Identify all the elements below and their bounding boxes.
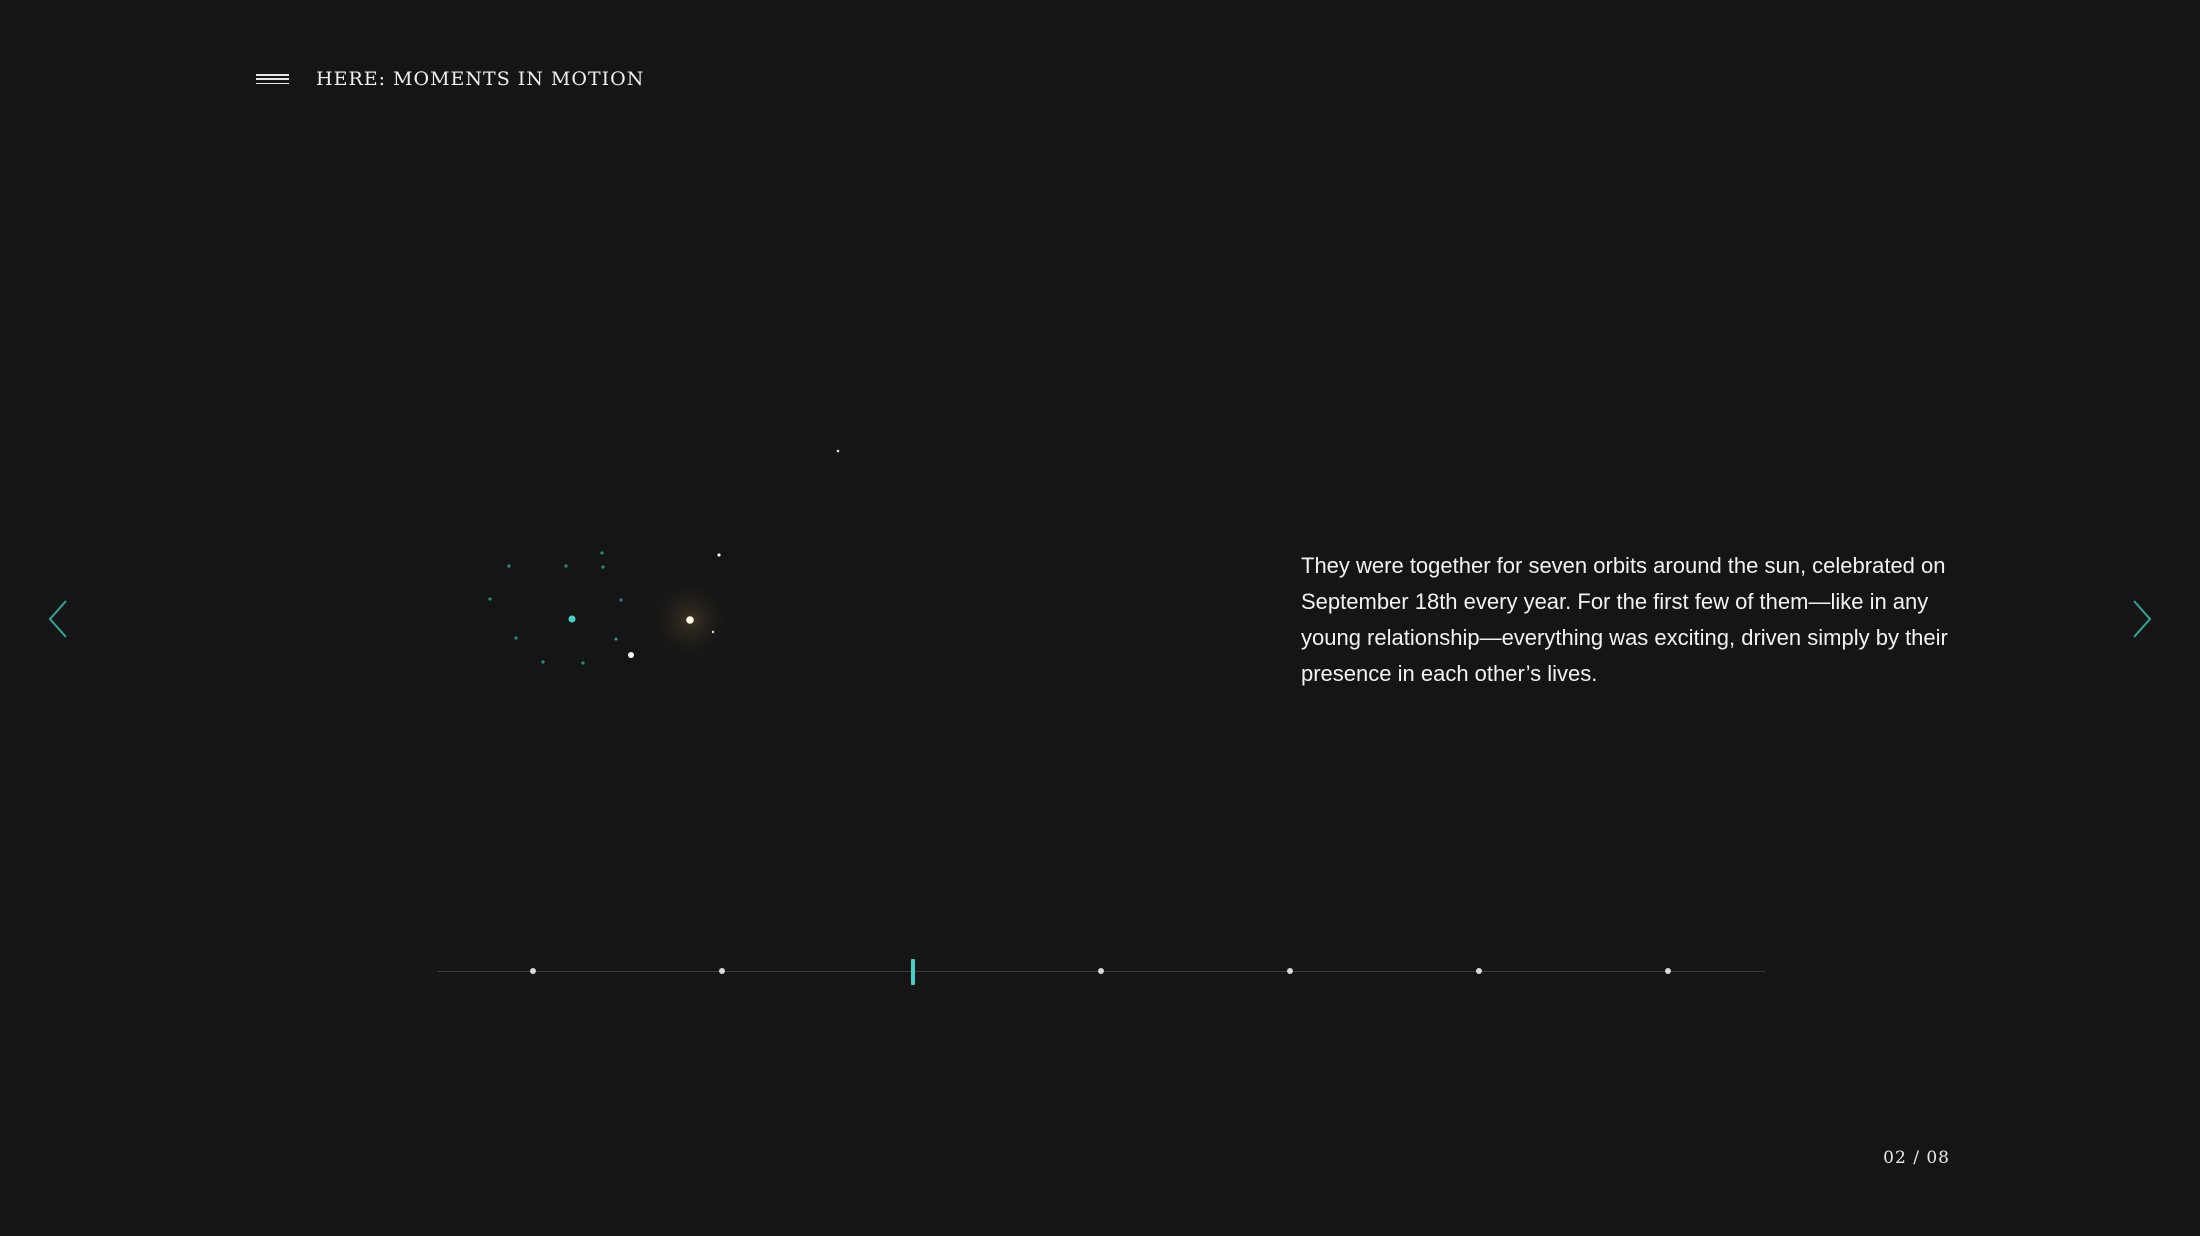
timeline-step-1[interactable] — [530, 968, 536, 974]
timeline-step-7[interactable] — [1665, 968, 1671, 974]
orbit-trail-dot — [564, 564, 568, 568]
site-header: HERE: MOMENTS IN MOTION — [256, 62, 644, 96]
orbit-trail-dot — [541, 660, 545, 664]
chevron-left-icon[interactable] — [46, 598, 72, 640]
page-counter: 02 / 08 — [1860, 1148, 1950, 1168]
site-title[interactable]: HERE: MOMENTS IN MOTION — [316, 68, 644, 90]
page-total: 08 — [1926, 1148, 1950, 1168]
orbit-illustration — [488, 449, 840, 665]
orbit-trail-dot — [614, 637, 618, 641]
sun-dot — [686, 616, 694, 624]
orbit-trail-dot — [507, 564, 511, 568]
timeline — [437, 950, 1765, 994]
timeline-step-5[interactable] — [1287, 968, 1293, 974]
timeline-step-active[interactable] — [911, 959, 915, 985]
timeline-step-6[interactable] — [1476, 968, 1482, 974]
moon-dot — [628, 652, 634, 658]
planet-dot — [568, 615, 576, 623]
planet-dot-small — [711, 630, 715, 634]
timeline-step-2[interactable] — [719, 968, 725, 974]
hamburger-menu-icon[interactable] — [256, 68, 290, 90]
orbit-trail-dot — [619, 598, 623, 602]
orbit-trail-dot — [514, 636, 518, 640]
planet-dot-small — [717, 553, 721, 557]
timeline-step-4[interactable] — [1098, 968, 1104, 974]
page-current: 02 — [1883, 1148, 1907, 1168]
orbit-trail-dot — [581, 661, 585, 665]
page-separator: / — [1913, 1148, 1920, 1168]
orbit-trail-dot — [601, 565, 605, 569]
orbit-trail-dot — [488, 597, 492, 601]
orbit-trail-dot — [600, 551, 604, 555]
chevron-right-icon[interactable] — [2128, 598, 2154, 640]
star-dot — [836, 449, 840, 453]
story-text: They were together for seven orbits arou… — [1301, 553, 1948, 686]
